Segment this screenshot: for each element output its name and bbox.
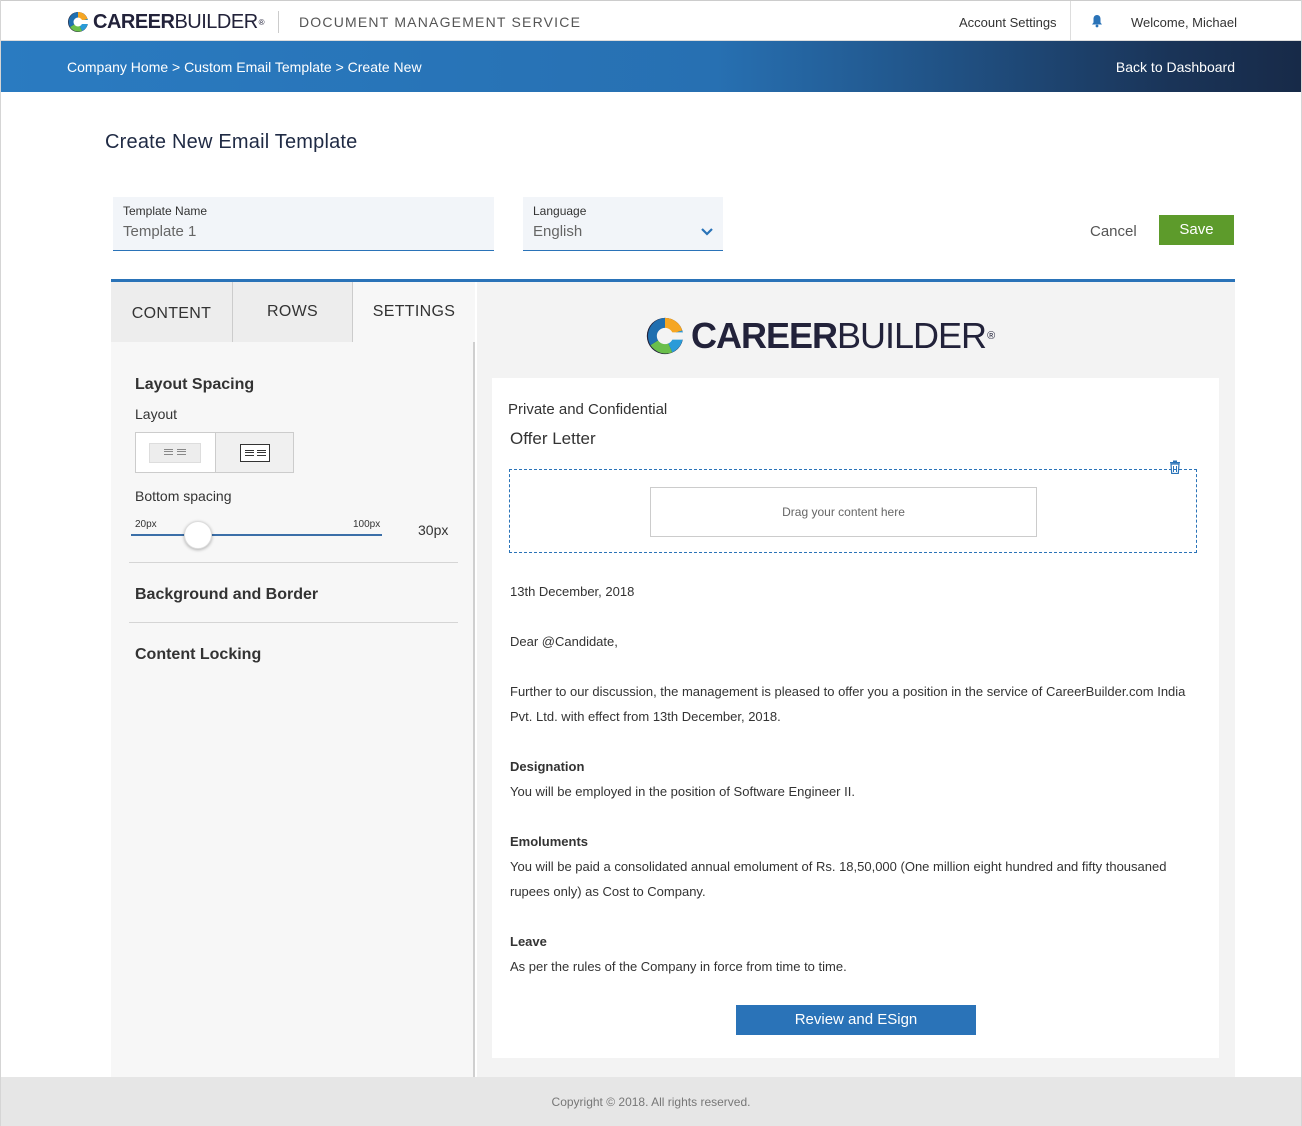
cancel-button[interactable]: Cancel bbox=[1090, 223, 1137, 240]
header-divider bbox=[278, 11, 279, 33]
slider-min-label: 20px bbox=[135, 519, 157, 530]
bell-icon[interactable] bbox=[1090, 14, 1104, 28]
layout-spacing-heading[interactable]: Layout Spacing bbox=[135, 376, 254, 394]
breadcrumb[interactable]: Company Home > Custom Email Template > C… bbox=[67, 59, 422, 75]
top-bar: CAREERBUILDER ® DOCUMENT MANAGEMENT SERVI… bbox=[1, 0, 1301, 41]
slider-max-label: 100px bbox=[353, 519, 381, 530]
brand-text-light: BUILDER bbox=[174, 11, 258, 33]
tab-rows[interactable]: ROWS bbox=[233, 282, 353, 342]
email-document: Private and Confidential Offer Letter Dr… bbox=[492, 378, 1219, 1058]
offer-letter-title[interactable]: Offer Letter bbox=[510, 429, 596, 449]
copyright-text: Copyright © 2018. All rights reserved. bbox=[551, 1095, 751, 1109]
layout-narrow-icon bbox=[149, 443, 201, 463]
nav-bar: Company Home > Custom Email Template > C… bbox=[1, 41, 1301, 92]
careerbuilder-logo-icon bbox=[68, 12, 89, 32]
brand-logo[interactable]: CAREERBUILDER ® bbox=[67, 11, 265, 33]
content-dropzone[interactable]: Drag your content here bbox=[509, 469, 1197, 553]
layout-wide-icon bbox=[240, 444, 270, 462]
leave-heading[interactable]: Leave bbox=[510, 934, 547, 949]
template-name-field[interactable]: Template Name Template 1 bbox=[113, 197, 494, 251]
preview-brand-light: BUILDER bbox=[837, 315, 987, 356]
account-settings-link[interactable]: Account Settings bbox=[959, 15, 1057, 30]
tab-content[interactable]: CONTENT bbox=[111, 282, 233, 342]
service-title: DOCUMENT MANAGEMENT SERVICE bbox=[299, 14, 582, 30]
designation-heading[interactable]: Designation bbox=[510, 759, 584, 774]
bottom-spacing-label: Bottom spacing bbox=[135, 488, 232, 504]
preview-brand-bold: CAREER bbox=[691, 315, 838, 356]
bottom-spacing-slider-track[interactable] bbox=[131, 534, 382, 536]
template-preview: CAREERBUILDER ® Private and Confidential … bbox=[477, 282, 1235, 1078]
section-divider bbox=[129, 622, 458, 623]
header-divider-right bbox=[1070, 1, 1071, 41]
letter-intro[interactable]: Further to our discussion, the managemen… bbox=[510, 679, 1210, 729]
preview-brand-registered: ® bbox=[987, 330, 996, 342]
footer: Copyright © 2018. All rights reserved. bbox=[1, 1077, 1301, 1126]
confidential-text[interactable]: Private and Confidential bbox=[508, 401, 667, 418]
editor-sidebar: CONTENT ROWS SETTINGS Layout Spacing Lay… bbox=[111, 282, 475, 1078]
layout-toggle bbox=[135, 432, 294, 473]
layout-option-narrow[interactable] bbox=[136, 433, 215, 472]
language-value[interactable]: English bbox=[533, 223, 582, 240]
preview-logo: CAREERBUILDER ® bbox=[645, 316, 995, 356]
letter-date[interactable]: 13th December, 2018 bbox=[510, 579, 1210, 604]
letter-salutation[interactable]: Dear @Candidate, bbox=[510, 629, 1210, 654]
designation-text[interactable]: You will be employed in the position of … bbox=[510, 779, 1210, 804]
template-name-input[interactable]: Template 1 bbox=[123, 223, 196, 240]
brand-text-bold: CAREER bbox=[93, 11, 175, 33]
tab-settings[interactable]: SETTINGS bbox=[353, 282, 475, 342]
layout-option-wide[interactable] bbox=[215, 433, 293, 472]
language-label: Language bbox=[533, 204, 587, 218]
editor-tabs: CONTENT ROWS SETTINGS bbox=[111, 282, 475, 342]
emoluments-text[interactable]: You will be paid a consolidated annual e… bbox=[510, 854, 1170, 904]
emoluments-heading[interactable]: Emoluments bbox=[510, 834, 588, 849]
layout-label: Layout bbox=[135, 406, 178, 422]
review-esign-button[interactable]: Review and ESign bbox=[736, 1005, 976, 1035]
background-border-heading[interactable]: Background and Border bbox=[135, 586, 318, 604]
welcome-user[interactable]: Welcome, Michael bbox=[1131, 15, 1237, 30]
leave-text[interactable]: As per the rules of the Company in force… bbox=[510, 954, 1210, 979]
careerbuilder-logo-icon bbox=[646, 317, 685, 355]
bottom-spacing-value: 30px bbox=[418, 522, 449, 538]
page-title: Create New Email Template bbox=[105, 131, 358, 153]
section-divider bbox=[129, 562, 458, 563]
content-locking-heading[interactable]: Content Locking bbox=[135, 646, 261, 664]
language-select[interactable]: Language English bbox=[523, 197, 723, 251]
brand-registered-mark: ® bbox=[258, 17, 265, 27]
drag-content-placeholder[interactable]: Drag your content here bbox=[650, 487, 1037, 537]
template-name-label: Template Name bbox=[123, 204, 208, 218]
save-button[interactable]: Save bbox=[1159, 215, 1234, 245]
bottom-spacing-slider-thumb[interactable] bbox=[184, 521, 212, 549]
back-to-dashboard-link[interactable]: Back to Dashboard bbox=[1116, 59, 1235, 75]
chevron-down-icon[interactable] bbox=[701, 227, 713, 237]
app-window: CAREERBUILDER ® DOCUMENT MANAGEMENT SERVI… bbox=[0, 0, 1302, 1126]
